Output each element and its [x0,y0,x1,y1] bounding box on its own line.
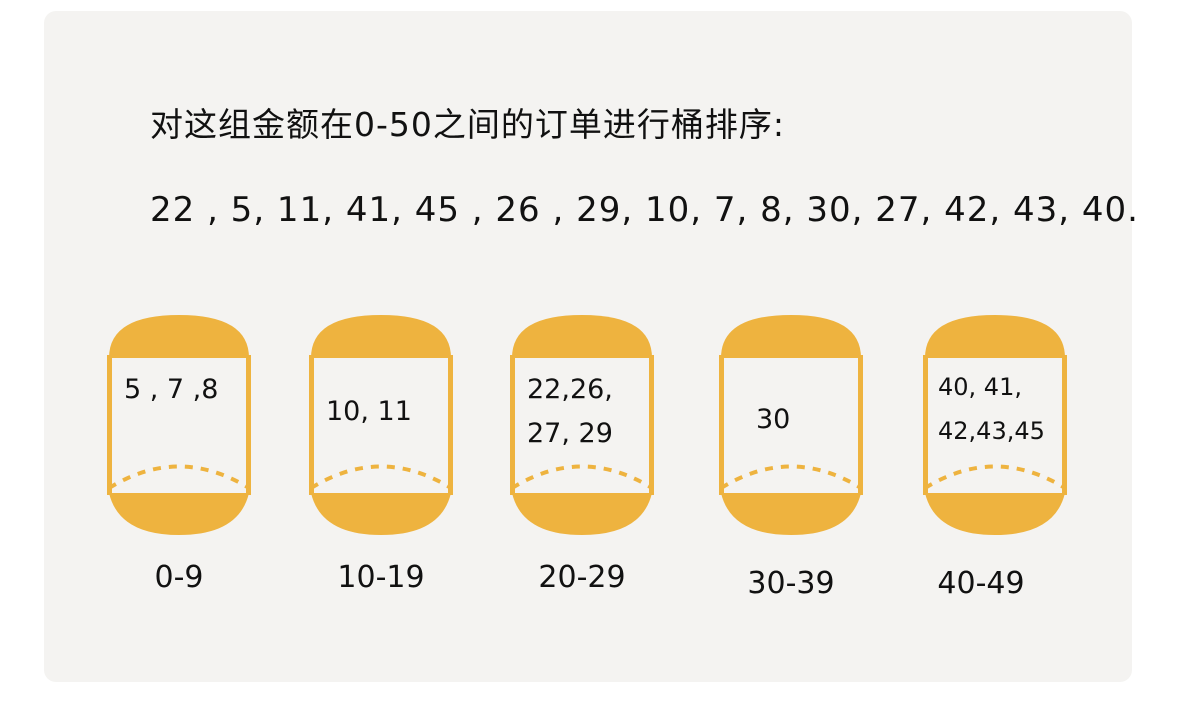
bucket-contents: 10, 11 [326,390,446,434]
order-amounts: 22 , 5, 11, 41, 45 , 26 , 29, 10, 7, 8, … [150,190,1139,230]
bucket-line: 5 , 7 ,8 [124,374,219,405]
range-label-40-49: 40-49 [937,566,1025,601]
bucket-line: 27, 29 [527,418,613,449]
bucket-contents: 5 , 7 ,8 [124,368,244,412]
range-label-10-19: 10-19 [337,560,425,595]
diagram-title: 对这组金额在0-50之间的订单进行桶排序: [150,105,786,144]
range-label-0-9: 0-9 [154,560,204,595]
bucket-contents: 40, 41, 42,43,45 [938,365,1058,453]
bucket-line: 22,26, [527,374,613,405]
range-label-20-29: 20-29 [538,560,626,595]
bucket-line: 10, 11 [326,396,412,427]
bucket-10-19: 10, 11 [306,310,456,540]
bucket-line: 42,43,45 [938,417,1045,445]
bucket-0-9: 5 , 7 ,8 [104,310,254,540]
bucket-contents: 22,26, 27, 29 [527,368,647,456]
bucket-contents: 30 [756,398,876,442]
bucket-icon [107,315,251,535]
bucket-line: 30 [756,404,791,435]
bucket-20-29: 22,26, 27, 29 [507,310,657,540]
bucket-line: 40, 41, [938,373,1022,401]
bucket-30-39: 30 [716,310,866,540]
range-label-30-39: 30-39 [747,566,835,601]
bucket-40-49: 40, 41, 42,43,45 [920,310,1070,540]
